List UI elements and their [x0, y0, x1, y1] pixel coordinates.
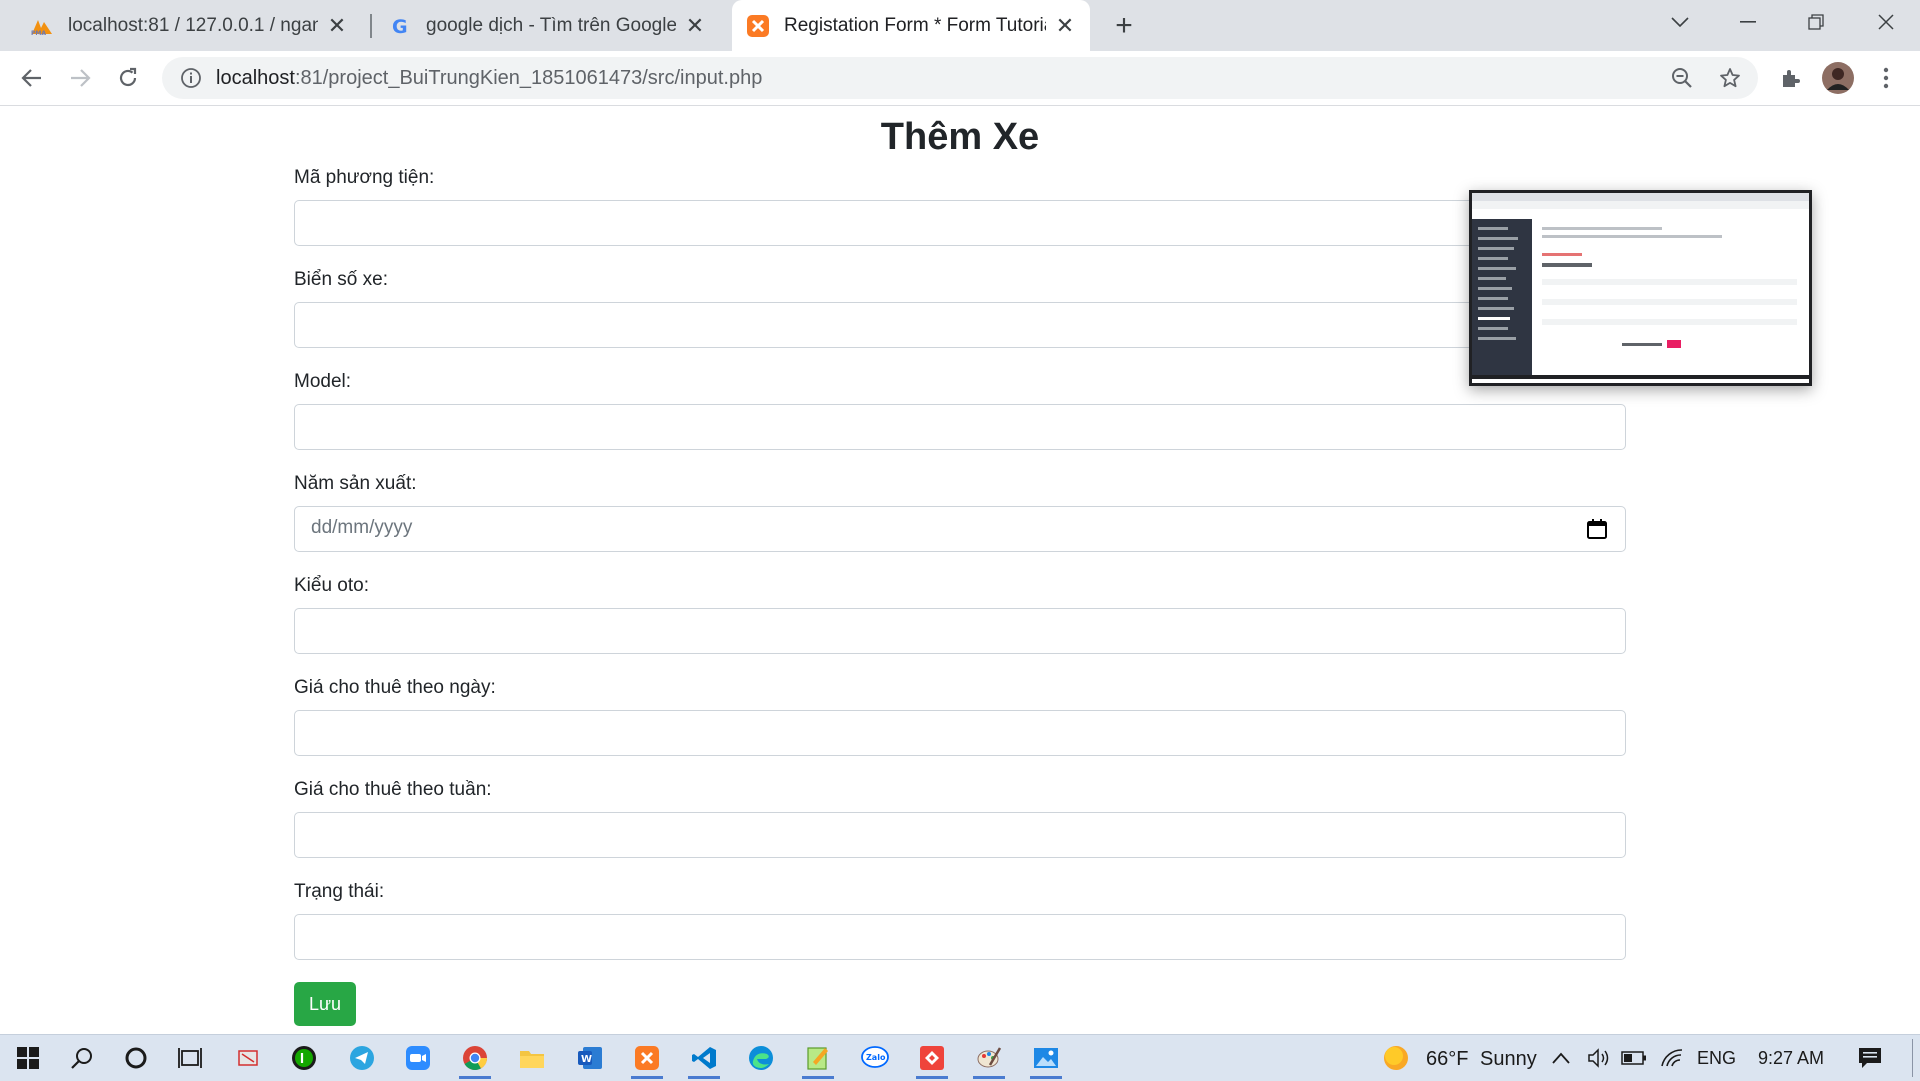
date-placeholder: dd/mm/yyyy: [311, 517, 413, 538]
notepad-plus-icon[interactable]: [798, 1040, 838, 1079]
field-label: Model:: [294, 371, 352, 392]
kieu-oto-input[interactable]: [294, 608, 1626, 654]
close-icon[interactable]: ✕: [326, 13, 348, 38]
tab-strip: PMA localhost:81 / 127.0.0.1 / nganhang …: [0, 0, 1920, 51]
url-host: localhost: [216, 66, 295, 89]
weather-sun-icon[interactable]: [1376, 1040, 1416, 1076]
info-icon[interactable]: [178, 65, 204, 91]
forward-button[interactable]: [61, 59, 99, 97]
paint-icon[interactable]: [969, 1040, 1009, 1079]
weather-temperature[interactable]: 66°F: [1426, 1048, 1468, 1071]
screenshot-thumbnail[interactable]: [1469, 190, 1812, 386]
url-text[interactable]: localhost:81/project_BuiTrungKien_185106…: [216, 67, 762, 90]
zalo-icon[interactable]: Zalo: [855, 1040, 895, 1076]
bookmark-star-icon[interactable]: [1716, 64, 1744, 92]
svg-text:G: G: [392, 16, 408, 37]
battery-icon[interactable]: [1614, 1040, 1654, 1076]
avatar[interactable]: [1822, 62, 1854, 94]
field-trang-thai: Trạng thái:: [294, 880, 1626, 960]
cortana-icon[interactable]: [116, 1040, 156, 1076]
language-indicator[interactable]: ENG: [1697, 1048, 1736, 1069]
zoom-app-icon[interactable]: [398, 1040, 438, 1076]
date-input-wrapper: dd/mm/yyyy: [294, 506, 1626, 552]
close-icon[interactable]: ✕: [1054, 13, 1076, 38]
tab-title: localhost:81 / 127.0.0.1 / nganhang: [68, 14, 318, 36]
restore-button[interactable]: [1786, 0, 1846, 44]
telegram-icon[interactable]: [342, 1040, 382, 1076]
phpmyadmin-icon: PMA: [30, 14, 54, 38]
tab-title: Registation Form * Form Tutorial: [784, 14, 1046, 36]
volume-icon[interactable]: [1579, 1040, 1619, 1076]
notification-icon[interactable]: [1850, 1040, 1890, 1076]
windows-taskbar: W Zalo 66°F Sunny ENG 9:27 AM: [0, 1034, 1920, 1081]
task-view-icon[interactable]: [170, 1040, 210, 1076]
tab-phpmyadmin[interactable]: PMA localhost:81 / 127.0.0.1 / nganhang …: [16, 0, 362, 51]
model-input[interactable]: [294, 404, 1626, 450]
new-tab-button[interactable]: +: [1108, 9, 1140, 42]
bien-so-xe-input[interactable]: [294, 302, 1626, 348]
field-label: Kiểu oto:: [294, 575, 369, 596]
field-label: Trạng thái:: [294, 881, 385, 902]
more-menu-icon[interactable]: [1870, 62, 1902, 94]
gia-thue-ngay-input[interactable]: [294, 710, 1626, 756]
field-label: Mã phương tiện:: [294, 167, 435, 188]
tab-google[interactable]: G google dịch - Tìm trên Google ✕: [374, 0, 720, 51]
field-gia-thue-ngay: Giá cho thuê theo ngày:: [294, 676, 1626, 756]
nam-san-xuat-date-input[interactable]: [294, 506, 1626, 552]
field-model: Model:: [294, 370, 1626, 450]
browser-toolbar: localhost:81/project_BuiTrungKien_185106…: [0, 51, 1920, 106]
svg-text:W: W: [581, 1054, 592, 1065]
tab-divider: [370, 14, 372, 38]
wifi-icon[interactable]: [1652, 1040, 1692, 1076]
xampp-taskbar-icon[interactable]: [627, 1040, 667, 1079]
search-icon[interactable]: [62, 1040, 102, 1076]
field-nam-san-xuat: Năm sản xuất: dd/mm/yyyy: [294, 472, 1626, 552]
field-gia-thue-tuan: Giá cho thuê theo tuần:: [294, 778, 1626, 858]
snipping-tool-icon[interactable]: [228, 1040, 268, 1076]
close-icon[interactable]: ✕: [684, 13, 706, 38]
gia-thue-tuan-input[interactable]: [294, 812, 1626, 858]
anydesk-icon[interactable]: [912, 1040, 952, 1079]
tab-registration-form[interactable]: Registation Form * Form Tutorial ✕: [732, 0, 1090, 51]
reload-button[interactable]: [109, 59, 147, 97]
file-explorer-icon[interactable]: [512, 1040, 552, 1076]
windows-start-icon[interactable]: [8, 1040, 48, 1076]
save-button[interactable]: Lưu: [294, 982, 356, 1026]
photos-icon[interactable]: [1026, 1040, 1066, 1079]
field-label: Giá cho thuê theo tuần:: [294, 779, 492, 800]
ma-phuong-tien-input[interactable]: [294, 200, 1626, 246]
clock-time[interactable]: 9:27 AM: [1758, 1048, 1824, 1069]
url-path: :81/project_BuiTrungKien_1851061473/src/…: [294, 66, 763, 89]
calendar-icon[interactable]: [1586, 518, 1608, 540]
svg-text:Zalo: Zalo: [866, 1053, 886, 1062]
extensions-icon[interactable]: [1774, 62, 1806, 94]
minimize-button[interactable]: [1718, 0, 1778, 44]
field-label: Biển số xe:: [294, 269, 388, 290]
zoom-icon[interactable]: [1668, 64, 1696, 92]
word-icon[interactable]: W: [570, 1040, 610, 1076]
page-title: Thêm Xe: [880, 116, 1040, 158]
address-bar[interactable]: localhost:81/project_BuiTrungKien_185106…: [162, 57, 1758, 99]
show-desktop-divider[interactable]: [1912, 1039, 1913, 1077]
trang-thai-input[interactable]: [294, 914, 1626, 960]
field-bien-so-xe: Biển số xe:: [294, 268, 1626, 348]
vscode-icon[interactable]: [684, 1040, 724, 1079]
chrome-icon[interactable]: [455, 1040, 495, 1079]
close-window-button[interactable]: [1856, 0, 1916, 44]
google-icon: G: [388, 14, 412, 38]
upwork-icon[interactable]: [284, 1040, 324, 1076]
chevron-up-icon[interactable]: [1541, 1040, 1581, 1076]
edge-icon[interactable]: [741, 1040, 781, 1076]
weather-condition[interactable]: Sunny: [1480, 1048, 1537, 1071]
field-ma-phuong-tien: Mã phương tiện:: [294, 166, 1626, 246]
xampp-icon: [746, 14, 770, 38]
field-kieu-oto: Kiểu oto:: [294, 574, 1626, 654]
svg-text:PMA: PMA: [31, 30, 46, 36]
field-label: Giá cho thuê theo ngày:: [294, 677, 496, 698]
back-button[interactable]: [13, 59, 51, 97]
field-label: Năm sản xuất:: [294, 473, 417, 494]
chevron-down-icon[interactable]: [1650, 0, 1710, 44]
tab-title: google dịch - Tìm trên Google: [426, 14, 676, 36]
